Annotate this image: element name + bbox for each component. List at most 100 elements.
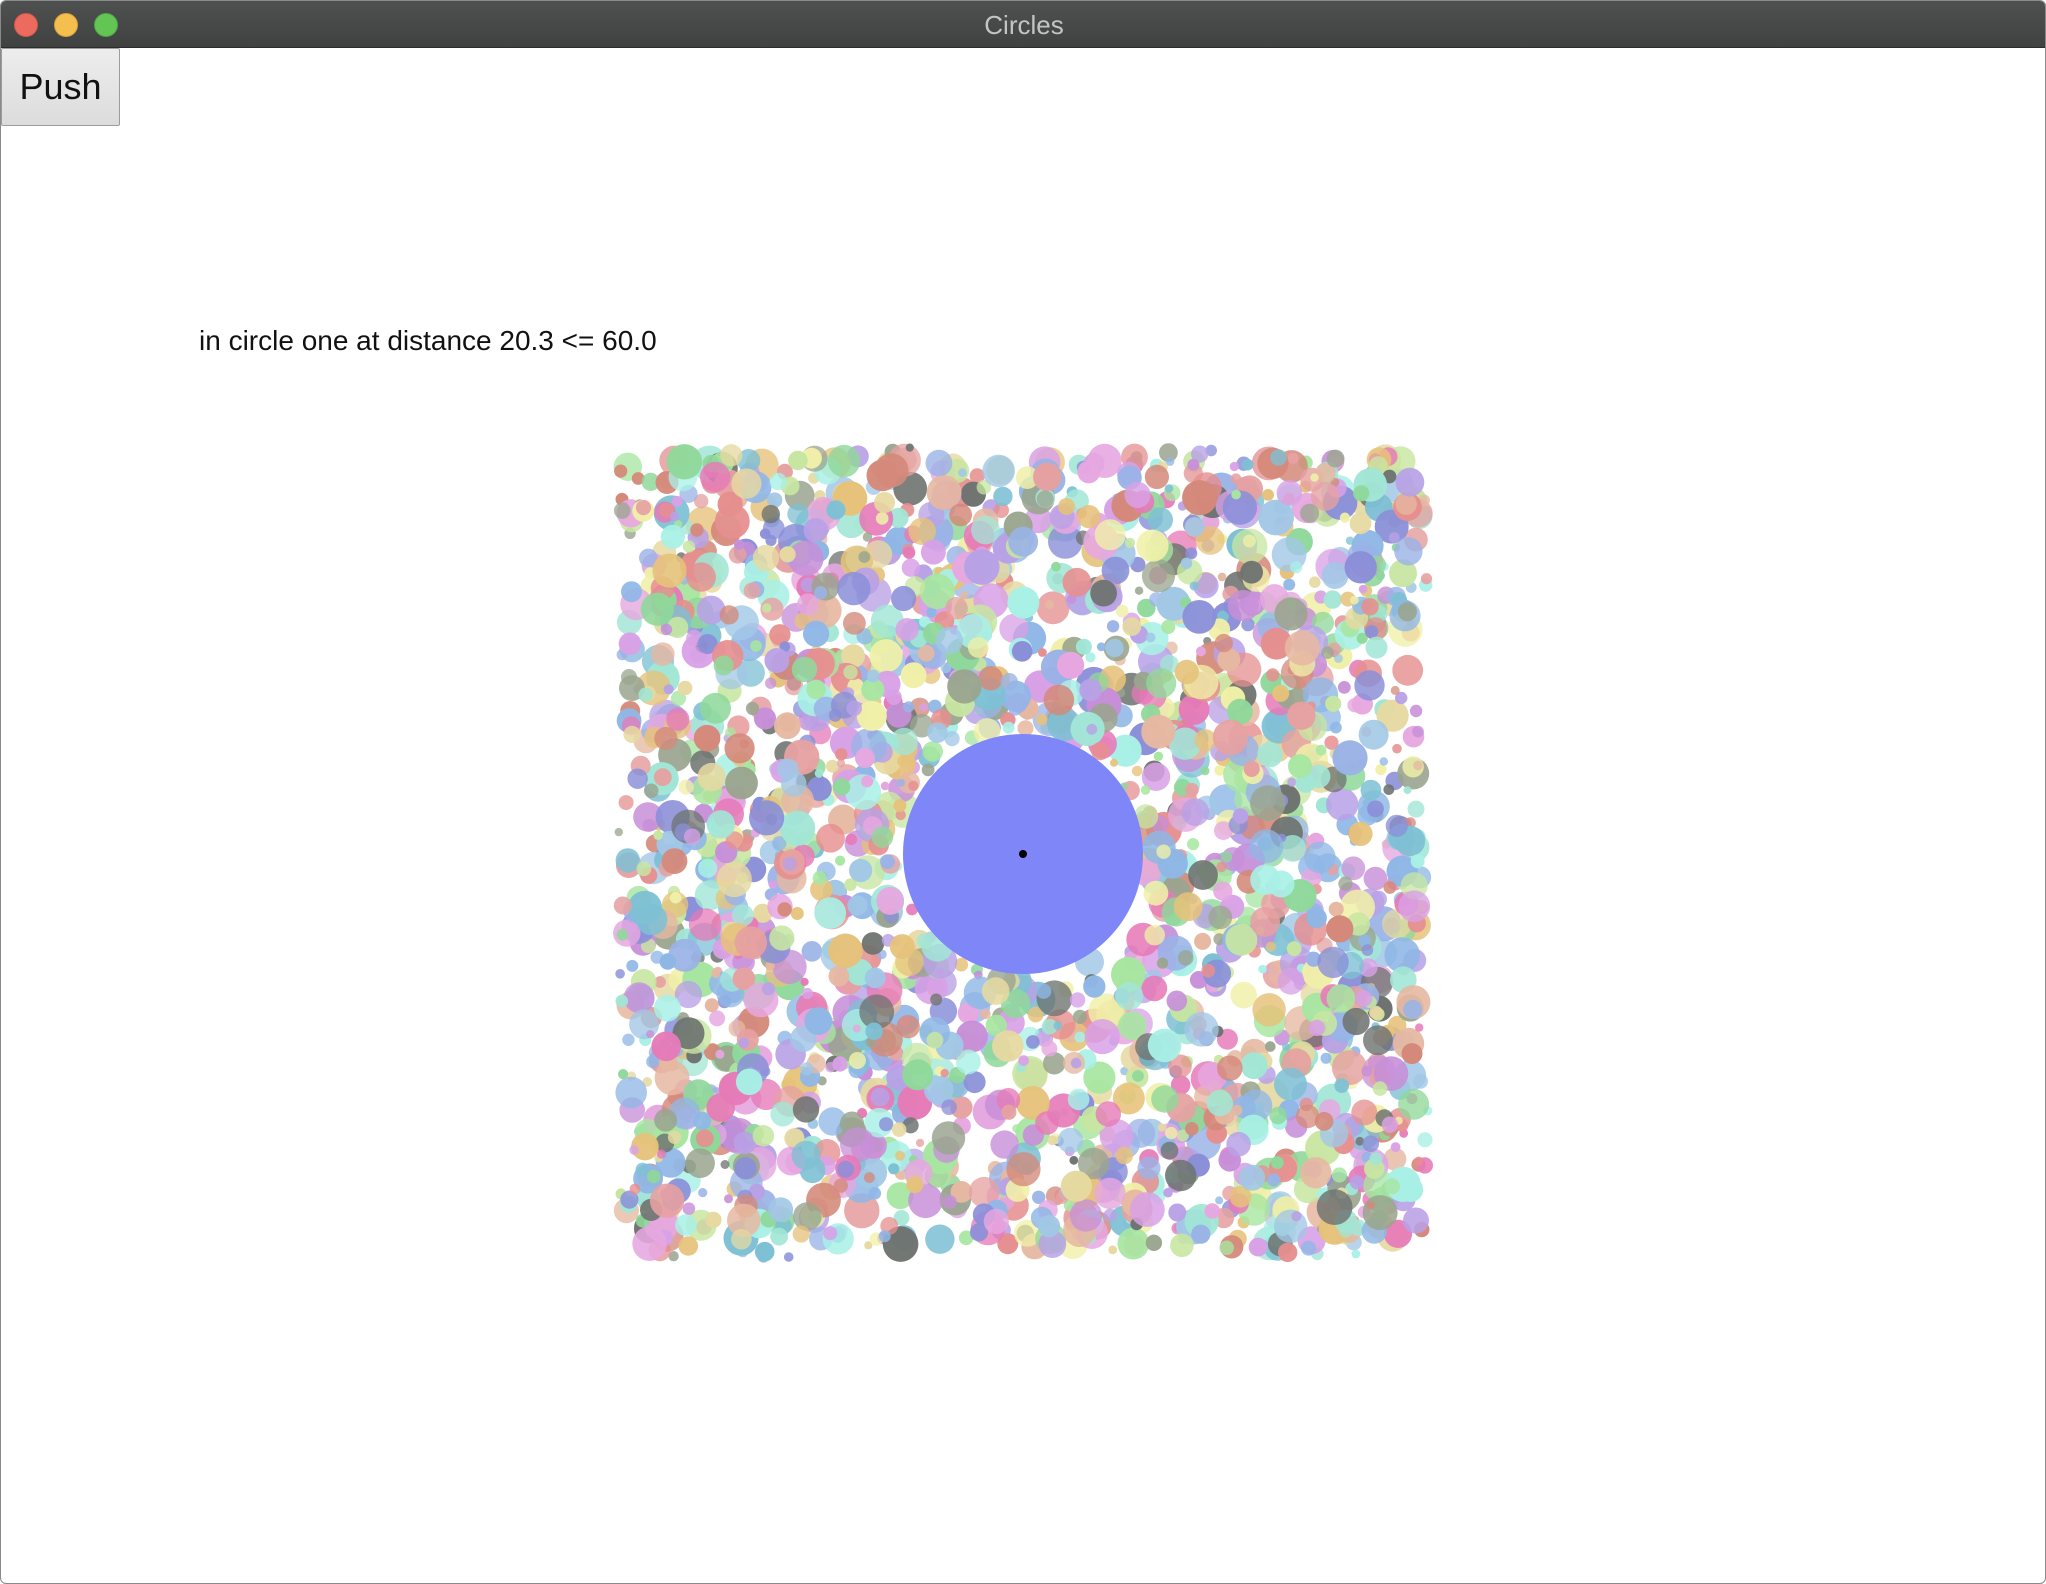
random-circle xyxy=(1310,473,1319,482)
random-circle xyxy=(638,687,653,702)
random-circle xyxy=(1103,1208,1117,1222)
random-circle xyxy=(1035,1111,1059,1135)
random-circle xyxy=(1407,800,1425,818)
random-circle xyxy=(1018,1055,1029,1066)
random-circle xyxy=(897,756,908,767)
random-circle xyxy=(613,502,631,519)
random-circle xyxy=(787,503,809,525)
circles-canvas[interactable] xyxy=(1,1,2046,1584)
random-circle xyxy=(935,626,963,655)
random-circle xyxy=(843,665,858,680)
random-circle xyxy=(1206,1089,1234,1117)
random-circle xyxy=(1108,1245,1118,1255)
random-circle xyxy=(1287,777,1297,787)
random-circle xyxy=(614,464,628,478)
random-circle xyxy=(828,933,863,969)
random-circle xyxy=(1057,1127,1084,1154)
random-circle xyxy=(848,1052,866,1069)
random-circle xyxy=(1017,720,1034,737)
random-circle xyxy=(1326,449,1345,468)
random-circle xyxy=(814,897,847,929)
random-circle xyxy=(930,993,943,1006)
random-circle xyxy=(890,727,918,756)
random-circle xyxy=(743,582,761,600)
random-circle xyxy=(690,523,704,537)
random-circle xyxy=(874,492,895,513)
random-circle xyxy=(1156,957,1169,969)
random-circle xyxy=(640,592,674,626)
random-circle xyxy=(1258,964,1267,974)
random-circle xyxy=(678,1236,699,1256)
random-circle xyxy=(849,858,873,883)
random-circle xyxy=(1106,620,1120,633)
random-circle xyxy=(1163,1187,1173,1198)
random-circle xyxy=(825,759,839,773)
random-circle xyxy=(1354,670,1385,701)
random-circle xyxy=(1215,1196,1224,1205)
random-circle xyxy=(895,1150,905,1161)
random-circle xyxy=(967,637,989,658)
random-circle xyxy=(816,823,845,853)
random-circle xyxy=(1134,586,1144,595)
random-circle xyxy=(1385,814,1408,837)
random-circle xyxy=(1153,751,1164,761)
random-circle xyxy=(714,504,750,539)
random-circle xyxy=(920,539,946,565)
random-circle xyxy=(1184,517,1205,537)
random-circle xyxy=(1390,1142,1401,1152)
random-circle xyxy=(715,1049,725,1059)
random-circle xyxy=(1361,944,1374,956)
random-circle xyxy=(1362,1135,1380,1152)
random-circle xyxy=(765,677,777,689)
random-circle xyxy=(812,870,827,886)
random-circle xyxy=(613,896,632,915)
random-circle xyxy=(1124,481,1151,508)
random-circle xyxy=(843,611,866,635)
random-circle xyxy=(1036,713,1048,726)
random-circle xyxy=(1069,1155,1079,1165)
random-circle xyxy=(1265,941,1276,952)
random-circle xyxy=(792,1096,820,1123)
random-circle xyxy=(1342,1007,1370,1036)
random-circle xyxy=(1173,892,1203,922)
random-circle xyxy=(713,655,734,676)
random-circle xyxy=(1358,719,1389,750)
random-circle xyxy=(1326,788,1359,821)
random-circle xyxy=(1220,851,1233,863)
random-circle xyxy=(916,1138,925,1147)
random-circle xyxy=(990,1130,1019,1159)
random-circle xyxy=(806,679,826,700)
random-circle xyxy=(1007,586,1040,619)
random-circle xyxy=(1249,829,1284,864)
random-circle xyxy=(719,605,739,625)
random-circle xyxy=(615,969,625,979)
random-circle xyxy=(1074,1031,1086,1043)
random-circle xyxy=(1036,591,1070,625)
random-circle xyxy=(1282,1042,1291,1051)
random-circle xyxy=(750,640,762,652)
random-circle xyxy=(1288,754,1312,779)
random-circle xyxy=(982,454,1015,488)
random-circle xyxy=(669,891,682,904)
random-circle xyxy=(1250,906,1280,937)
random-circle xyxy=(852,1024,861,1033)
random-circle xyxy=(693,1111,712,1130)
random-circle xyxy=(1144,924,1165,946)
random-circle xyxy=(1083,975,1106,998)
random-circle xyxy=(839,729,854,744)
random-circle xyxy=(1115,1146,1134,1165)
random-circle xyxy=(864,967,886,989)
random-circle xyxy=(660,524,686,549)
random-circle xyxy=(1286,941,1302,956)
random-circle xyxy=(720,1160,730,1169)
random-circle xyxy=(1270,449,1287,466)
random-circle xyxy=(1239,1164,1266,1191)
random-circle xyxy=(1174,659,1200,685)
random-circle xyxy=(1403,999,1423,1020)
random-circle xyxy=(1212,719,1248,756)
random-circle xyxy=(908,780,919,791)
random-circle xyxy=(864,1172,875,1183)
random-circle xyxy=(686,562,716,592)
random-circle xyxy=(1287,701,1316,730)
random-circle xyxy=(1041,1040,1058,1057)
